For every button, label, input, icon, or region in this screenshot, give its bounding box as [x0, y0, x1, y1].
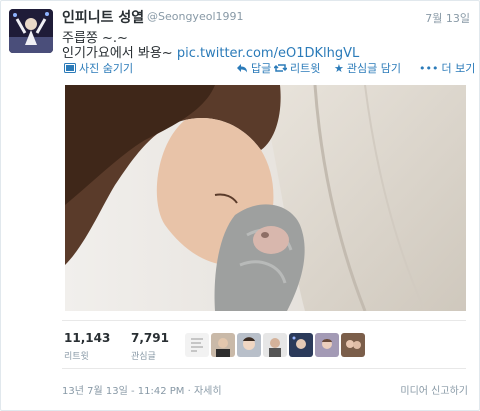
favoriter-avatars [185, 333, 365, 357]
more-dots-icon: ••• [419, 61, 439, 75]
tweet-text-line2: 인기가요에서 봐용~ pic.twitter.com/eO1DKlhgVL [62, 42, 359, 61]
star-icon: ★ [334, 61, 344, 75]
reply-label: 답글 [251, 62, 272, 75]
favorite-label: 관심글 담기 [346, 62, 401, 75]
retweet-icon [274, 64, 287, 72]
reply-icon [237, 64, 247, 73]
reply-button[interactable]: 답글 [236, 60, 271, 76]
favoriter-avatar[interactable] [289, 333, 313, 357]
favorites-count[interactable]: 7,791 [131, 331, 169, 345]
tweet-timestamp-row: 13년 7월 13일 - 11:42 PM · 자세히 [62, 382, 222, 397]
avatar-image [9, 9, 53, 53]
favoriter-avatar[interactable] [185, 333, 209, 357]
tweet-text-prefix: 인기가요에서 봐용~ [62, 46, 173, 61]
more-label: 더 보기 [441, 62, 476, 75]
favoriter-avatar[interactable] [341, 333, 365, 357]
retweet-button[interactable]: 리트윗 [274, 60, 320, 76]
photo-image [65, 85, 466, 311]
tweet-photo[interactable] [65, 85, 466, 311]
favorite-button[interactable]: ★ 관심글 담기 [334, 60, 401, 76]
favoriter-avatar[interactable] [237, 333, 261, 357]
favoriter-avatar[interactable] [211, 333, 235, 357]
tweet-photo-link[interactable]: pic.twitter.com/eO1DKlhgVL [177, 46, 359, 61]
details-link[interactable]: 자세히 [194, 386, 222, 397]
report-media-link[interactable]: 미디어 신고하기 [400, 382, 468, 397]
more-button[interactable]: ••• 더 보기 [419, 60, 475, 76]
retweets-count[interactable]: 11,143 [64, 331, 110, 345]
user-handle[interactable]: @Seongyeol1991 [147, 10, 244, 23]
hide-photo-button[interactable]: 사진 숨기기 [64, 60, 133, 76]
retweets-label: 리트윗 [64, 352, 89, 362]
divider-bottom [62, 368, 466, 369]
photo-icon [64, 63, 76, 73]
favoriter-avatar[interactable] [263, 333, 287, 357]
tweet-actions: 사진 숨기기 답글 리트윗 ★ 관심글 담기 ••• 더 보기 [62, 60, 475, 76]
tweet-date[interactable]: 7월 13일 [425, 10, 470, 26]
separator-dot: · [187, 386, 191, 397]
hide-photo-label: 사진 숨기기 [79, 62, 134, 75]
divider-top [62, 320, 466, 321]
tweet-timestamp: 13년 7월 13일 - 11:42 PM [62, 386, 185, 397]
retweet-label: 리트윗 [290, 62, 321, 75]
favoriter-avatar[interactable] [315, 333, 339, 357]
avatar[interactable] [9, 9, 53, 53]
favorites-label: 관심글 [131, 352, 156, 362]
display-name[interactable]: 인피니트 성열 [62, 7, 144, 27]
